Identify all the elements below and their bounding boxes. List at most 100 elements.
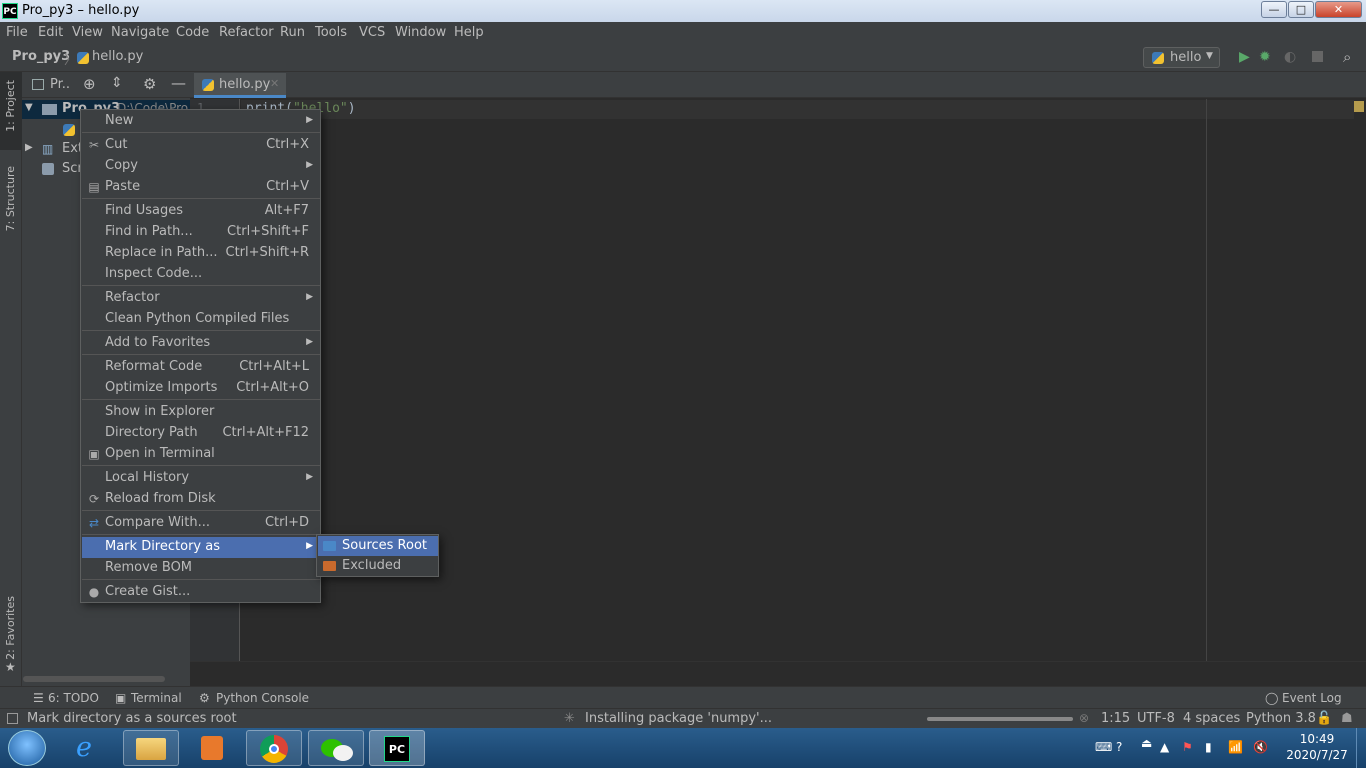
pycharm-icon[interactable]: PC (369, 730, 425, 766)
menu-item-remove-bom[interactable]: Remove BOM (82, 558, 320, 579)
breadcrumb-file[interactable]: hello.py (92, 49, 143, 64)
close-button[interactable]: ✕ (1315, 1, 1362, 18)
menu-window[interactable]: Window (395, 25, 446, 40)
menu-separator (82, 330, 320, 331)
menu-tools[interactable]: Tools (315, 25, 347, 40)
python-console-tool-button[interactable]: Python Console (216, 691, 309, 705)
run-config-dropdown[interactable]: hello ▼ (1143, 47, 1220, 68)
submenu-item-excluded[interactable]: Excluded (318, 556, 438, 576)
project-tool-tab[interactable]: 1: Project (0, 72, 22, 150)
media-player-icon[interactable] (184, 730, 240, 766)
menu-code[interactable]: Code (176, 25, 209, 40)
menu-item-local-history[interactable]: Local History ▶ (82, 468, 320, 489)
show-hidden-icons[interactable]: ▲ (1160, 740, 1169, 754)
menu-item-find-usages[interactable]: Find Usages Alt+F7 (82, 201, 320, 222)
system-clock[interactable]: 10:49 2020/7/27 (1272, 731, 1362, 763)
menu-edit[interactable]: Edit (38, 25, 63, 40)
search-icon[interactable]: ⌕ (1343, 48, 1351, 66)
menu-item-copy[interactable]: Copy ▶ (82, 156, 320, 177)
menu-item-shortcut: Alt+F7 (264, 203, 309, 218)
menu-item-create-gist[interactable]: ● Create Gist... (82, 582, 320, 603)
collapse-icon[interactable]: ⇕ (111, 75, 123, 91)
menu-refactor[interactable]: Refactor (219, 25, 274, 40)
run-icon[interactable]: ▶ (1239, 49, 1250, 65)
windows-taskbar: e PC ⌨ ? ⏏ ▲ ⚑ ▮ 📶 🔇 10:49 2020/7/27 (0, 728, 1366, 768)
menu-item-new[interactable]: New ▶ (82, 111, 320, 132)
flag-icon[interactable]: ⚑ (1182, 740, 1193, 754)
volume-icon[interactable]: 🔇 (1253, 740, 1268, 754)
menu-item-paste[interactable]: ▤ Paste Ctrl+V (82, 177, 320, 198)
tool-window-toggle-icon[interactable] (7, 713, 18, 724)
python-interpreter[interactable]: Python 3.8 (1246, 711, 1316, 726)
breadcrumb-project[interactable]: Pro_py3 (12, 49, 70, 64)
wechat-icon[interactable] (308, 730, 364, 766)
submenu-arrow-icon: ▶ (306, 292, 313, 302)
chrome-icon[interactable] (246, 730, 302, 766)
menu-item-replace-in-path[interactable]: Replace in Path... Ctrl+Shift+R (82, 243, 320, 264)
cancel-task-icon[interactable]: ⊗ (1079, 711, 1089, 725)
tree-item[interactable]: Scr (22, 160, 83, 179)
menu-item-directory-path[interactable]: Directory Path Ctrl+Alt+F12 (82, 423, 320, 444)
network-icon[interactable]: 📶 (1228, 740, 1243, 754)
terminal-tool-button[interactable]: Terminal (131, 691, 182, 705)
tree-item[interactable]: ▶ ▥ Exte (22, 140, 91, 159)
show-desktop-button[interactable] (1356, 728, 1366, 768)
menu-item-reformat-code[interactable]: Reformat Code Ctrl+Alt+L (82, 357, 320, 378)
usb-icon[interactable]: ⏏ (1141, 736, 1152, 750)
battery-icon[interactable]: ▮ (1205, 740, 1212, 754)
inspector-icon[interactable]: ☗ (1341, 711, 1353, 726)
menu-item-show-in-explorer[interactable]: Show in Explorer (82, 402, 320, 423)
indent-setting[interactable]: 4 spaces (1183, 711, 1240, 726)
menu-vcs[interactable]: VCS (359, 25, 385, 40)
menu-item-open-in-terminal[interactable]: ▣ Open in Terminal (82, 444, 320, 465)
menu-item-add-to-favorites[interactable]: Add to Favorites ▶ (82, 333, 320, 354)
menu-help[interactable]: Help (454, 25, 484, 40)
menu-item-inspect-code[interactable]: Inspect Code... (82, 264, 320, 285)
file-encoding[interactable]: UTF-8 (1137, 711, 1175, 726)
favorites-tab-label[interactable]: 2: Favorites (4, 596, 17, 660)
start-button[interactable] (8, 730, 46, 766)
stop-icon[interactable] (1312, 51, 1323, 62)
menu-bar: File Edit View Navigate Code Refactor Ru… (0, 22, 1366, 44)
close-tab-icon[interactable]: ✕ (270, 77, 279, 90)
menu-navigate[interactable]: Navigate (111, 25, 169, 40)
caret-position[interactable]: 1:15 (1101, 711, 1130, 726)
menu-item-refactor[interactable]: Refactor ▶ (82, 288, 320, 309)
maximize-button[interactable]: □ (1288, 1, 1314, 18)
menu-item-find-in-path[interactable]: Find in Path... Ctrl+Shift+F (82, 222, 320, 243)
ie-icon[interactable]: e (62, 730, 118, 766)
menu-item-compare-with[interactable]: ⇄ Compare With... Ctrl+D (82, 513, 320, 534)
menu-item-mark-directory-as[interactable]: Mark Directory as ▶ (82, 537, 320, 558)
menu-view[interactable]: View (72, 25, 103, 40)
menu-item-optimize-imports[interactable]: Optimize Imports Ctrl+Alt+O (82, 378, 320, 399)
locate-icon[interactable]: ⊕ (83, 75, 96, 93)
task-progress-bar (927, 717, 1073, 721)
submenu-item-sources-root[interactable]: Sources Root (318, 536, 438, 556)
hide-icon[interactable]: — (171, 74, 186, 92)
library-icon: ▥ (42, 142, 54, 156)
tab-label: hello.py (219, 77, 271, 92)
menu-item-shortcut: Ctrl+Shift+F (227, 224, 309, 239)
debug-icon[interactable]: ✹ (1259, 49, 1271, 65)
project-view-label[interactable]: Pr.. (50, 77, 70, 92)
minimize-button[interactable]: — (1261, 1, 1287, 18)
menu-item-clean-python-compiled-files[interactable]: Clean Python Compiled Files (82, 309, 320, 330)
lock-icon[interactable]: 🔓 (1316, 711, 1332, 726)
structure-tab-label[interactable]: 7: Structure (4, 166, 17, 231)
horizontal-scrollbar[interactable] (23, 676, 165, 682)
background-task-label[interactable]: Installing package 'numpy'... (585, 711, 772, 726)
todo-tool-button[interactable]: 6: TODO (48, 691, 99, 705)
menu-item-cut[interactable]: ✂ Cut Ctrl+X (82, 135, 320, 156)
inspection-marker-icon[interactable] (1354, 101, 1364, 112)
menu-run[interactable]: Run (280, 25, 305, 40)
tab-hello-py[interactable]: hello.py ✕ (194, 73, 286, 98)
scratch-icon (42, 163, 54, 175)
help-icon[interactable]: ? (1116, 740, 1122, 754)
coverage-icon[interactable]: ◐ (1284, 49, 1296, 65)
event-log-tool-button[interactable]: Event Log (1282, 691, 1342, 705)
gear-icon[interactable]: ⚙ (143, 75, 156, 93)
menu-item-reload-from-disk[interactable]: ⟳ Reload from Disk (82, 489, 320, 510)
keyboard-icon[interactable]: ⌨ (1095, 740, 1112, 754)
menu-file[interactable]: File (6, 25, 28, 40)
explorer-icon[interactable] (123, 730, 179, 766)
